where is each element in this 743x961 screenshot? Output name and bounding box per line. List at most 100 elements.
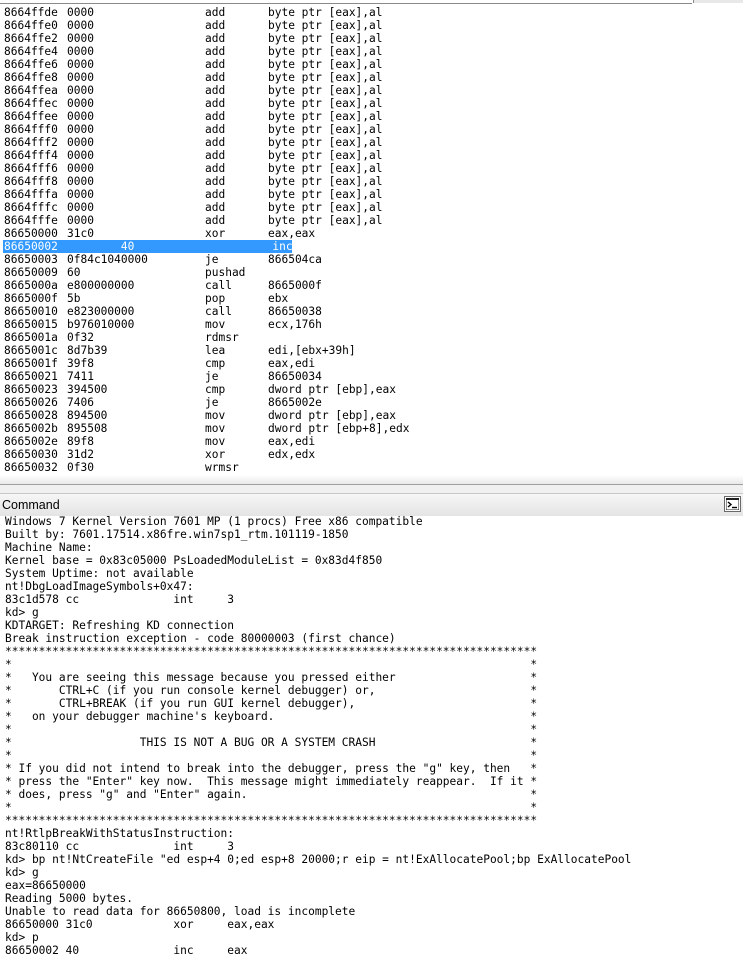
disassembly-address: 8664fff0 — [4, 123, 58, 136]
disassembly-row[interactable]: 86650015 b976010000 mov ecx,176h — [4, 318, 743, 331]
command-output-line: Machine Name: — [5, 541, 93, 554]
disassembly-row[interactable]: 8664fffa 0000 add byte ptr [eax],al — [4, 188, 743, 201]
console-prompt-icon[interactable] — [724, 496, 741, 512]
disassembly-current-row[interactable]: 86650002 40 inc eax — [3, 240, 743, 253]
disassembly-bytes: 8d7b39 — [67, 344, 108, 357]
disassembly-bytes: 0000 — [67, 201, 94, 214]
disassembly-operands: byte ptr [eax],al — [268, 45, 383, 58]
disassembly-operands: byte ptr [eax],al — [268, 84, 383, 97]
command-output-line: kd> bp nt!NtCreateFile "ed esp+4 0;ed es… — [5, 853, 632, 866]
disassembly-top-border — [0, 0, 692, 4]
disassembly-operands: dword ptr [ebp+8],edx — [268, 422, 410, 435]
disassembly-top-scroll-area — [693, 0, 743, 3]
disassembly-address: 8665002b — [4, 422, 58, 435]
disassembly-mnemonic: add — [205, 71, 226, 84]
disassembly-row[interactable]: 86650000 31c0 xor eax,eax — [4, 227, 743, 240]
disassembly-bytes: 89f8 — [67, 435, 94, 448]
disassembly-row[interactable]: 8664ffe0 0000 add byte ptr [eax],al — [4, 19, 743, 32]
disassembly-row[interactable]: 8665000f 5b pop ebx — [4, 292, 743, 305]
disassembly-address: 8665000a — [4, 279, 58, 292]
disassembly-address: 86650009 — [4, 266, 58, 279]
disassembly-mnemonic: pop — [205, 292, 226, 305]
disassembly-row[interactable]: 86650003 0f84c1040000 je 866504ca — [4, 253, 743, 266]
disassembly-bytes: 7411 — [67, 370, 94, 383]
disassembly-address: 86650032 — [4, 461, 58, 474]
disassembly-operands: eax,edi — [268, 357, 316, 370]
disassembly-row[interactable]: 8665001f 39f8 cmp eax,edi — [4, 357, 743, 370]
command-output-line: System Uptime: not available — [5, 567, 194, 580]
disassembly-bytes: 0000 — [67, 188, 94, 201]
command-output-line: * You are seeing this message because yo… — [5, 671, 538, 684]
disassembly-row[interactable]: 8664fff6 0000 add byte ptr [eax],al — [4, 162, 743, 175]
disassembly-bytes: 894500 — [67, 409, 108, 422]
disassembly-operands: ebx — [268, 292, 289, 305]
disassembly-row[interactable]: 8664fff8 0000 add byte ptr [eax],al — [4, 175, 743, 188]
disassembly-row[interactable]: 8664ffe2 0000 add byte ptr [eax],al — [4, 32, 743, 45]
command-output[interactable]: Windows 7 Kernel Version 7601 MP (1 proc… — [0, 516, 743, 961]
disassembly-operands: byte ptr [eax],al — [268, 201, 383, 214]
disassembly-row[interactable]: 8664fffe 0000 add byte ptr [eax],al — [4, 214, 743, 227]
disassembly-window[interactable]: 8664ffde 0000 add byte ptr [eax],al 8664ffe0… — [0, 0, 743, 485]
disassembly-operands: 86650038 — [268, 305, 322, 318]
disassembly-mnemonic: add — [205, 97, 226, 110]
command-output-line: eax=86650000 — [5, 879, 86, 892]
disassembly-bytes: 0000 — [67, 71, 94, 84]
disassembly-mnemonic: mov — [205, 318, 226, 331]
disassembly-bytes: 0000 — [67, 45, 94, 58]
disassembly-bytes: 60 — [67, 266, 81, 279]
disassembly-mnemonic: mov — [205, 409, 226, 422]
disassembly-mnemonic: add — [205, 201, 226, 214]
disassembly-operands: eax,edi — [268, 435, 316, 448]
disassembly-address: 86650010 — [4, 305, 58, 318]
disassembly-row[interactable]: 8664ffee 0000 add byte ptr [eax],al — [4, 110, 743, 123]
disassembly-operands: byte ptr [eax],al — [268, 162, 383, 175]
disassembly-mnemonic: add — [205, 45, 226, 58]
command-output-line: 86650000 31c0 xor eax,eax — [5, 918, 275, 931]
disassembly-mnemonic: mov — [205, 422, 226, 435]
disassembly-address: 8664ffec — [4, 97, 58, 110]
disassembly-row[interactable]: 8665002e 89f8 mov eax,edi — [4, 435, 743, 448]
disassembly-bytes: 0f84c1040000 — [67, 253, 148, 266]
disassembly-operands: byte ptr [eax],al — [268, 58, 383, 71]
disassembly-row[interactable]: 8665002b 895508 mov dword ptr [ebp+8],edx — [4, 422, 743, 435]
disassembly-mnemonic: add — [205, 162, 226, 175]
disassembly-bytes: 39f8 — [67, 357, 94, 370]
disassembly-row[interactable]: 86650009 60 pushad — [4, 266, 743, 279]
disassembly-bytes: 0000 — [67, 162, 94, 175]
disassembly-row[interactable]: 86650032 0f30 wrmsr — [4, 461, 743, 474]
disassembly-mnemonic: je — [205, 253, 219, 266]
disassembly-address: 8664ffde — [4, 6, 58, 19]
disassembly-row[interactable]: 86650021 7411 je 86650034 — [4, 370, 743, 383]
disassembly-row[interactable]: 8664ffe6 0000 add byte ptr [eax],al — [4, 58, 743, 71]
disassembly-row[interactable]: 86650010 e823000000 call 86650038 — [4, 305, 743, 318]
disassembly-row[interactable]: 8664ffec 0000 add byte ptr [eax],al — [4, 97, 743, 110]
disassembly-row[interactable]: 8664fff0 0000 add byte ptr [eax],al — [4, 123, 743, 136]
disassembly-row[interactable]: 8664fff4 0000 add byte ptr [eax],al — [4, 149, 743, 162]
disassembly-mnemonic: inc — [272, 240, 293, 253]
disassembly-operands: 8665002e — [268, 396, 322, 409]
disassembly-row[interactable]: 8664ffe4 0000 add byte ptr [eax],al — [4, 45, 743, 58]
disassembly-bytes: 31d2 — [67, 448, 94, 461]
disassembly-row[interactable]: 8665001a 0f32 rdmsr — [4, 331, 743, 344]
disassembly-row[interactable]: 86650028 894500 mov dword ptr [ebp],eax — [4, 409, 743, 422]
disassembly-row[interactable]: 86650030 31d2 xor edx,edx — [4, 448, 743, 461]
disassembly-row[interactable]: 8664ffea 0000 add byte ptr [eax],al — [4, 84, 743, 97]
disassembly-row[interactable]: 8664ffde 0000 add byte ptr [eax],al — [4, 6, 743, 19]
disassembly-row[interactable]: 8664fffc 0000 add byte ptr [eax],al — [4, 201, 743, 214]
command-output-line: Built by: 7601.17514.x86fre.win7sp1_rtm.… — [5, 528, 349, 541]
disassembly-row[interactable]: 8664ffe8 0000 add byte ptr [eax],al — [4, 71, 743, 84]
command-output-line: * If you did not intend to break into th… — [5, 762, 538, 775]
disassembly-row[interactable]: 8665000a e800000000 call 8665000f — [4, 279, 743, 292]
disassembly-row[interactable]: 8665001c 8d7b39 lea edi,[ebx+39h] — [4, 344, 743, 357]
disassembly-operands: eax — [355, 240, 376, 253]
disassembly-operands: byte ptr [eax],al — [268, 71, 383, 84]
disassembly-address: 8664fff6 — [4, 162, 58, 175]
disassembly-bytes: 0000 — [67, 110, 94, 123]
disassembly-address: 8664fff4 — [4, 149, 58, 162]
command-output-line: * does, press "g" and "Enter" again. * — [5, 788, 538, 801]
disassembly-row[interactable]: 8664fff2 0000 add byte ptr [eax],al — [4, 136, 743, 149]
disassembly-row[interactable]: 86650023 394500 cmp dword ptr [ebp],eax — [4, 383, 743, 396]
disassembly-address: 8664fffe — [4, 214, 58, 227]
disassembly-address: 86650003 — [4, 253, 58, 266]
disassembly-row[interactable]: 86650026 7406 je 8665002e — [4, 396, 743, 409]
